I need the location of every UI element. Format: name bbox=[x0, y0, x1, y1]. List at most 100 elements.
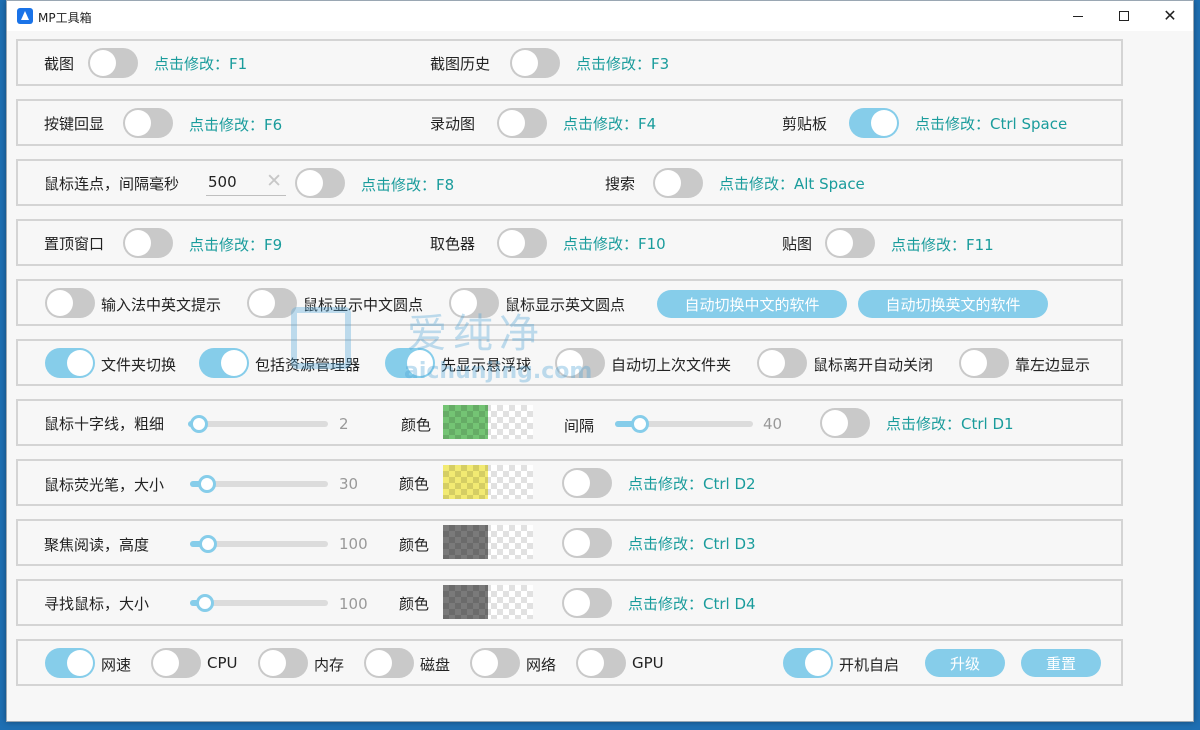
ime-hint-toggle[interactable] bbox=[45, 288, 95, 318]
folder-row: 文件夹切换 包括资源管理器 先显示悬浮球 自动切上次文件夹 鼠标离开自动关闭 靠… bbox=[16, 339, 1123, 386]
sticker-toggle[interactable] bbox=[825, 228, 875, 258]
screenshot-row: 截图 点击修改：F1 截图历史 点击修改：F3 bbox=[16, 39, 1123, 86]
status-row: 网速 CPU 内存 磁盘 网络 GPU 开机自启 升级 重置 bbox=[16, 639, 1123, 686]
autostart-toggle[interactable] bbox=[783, 648, 833, 678]
pin-window-toggle[interactable] bbox=[123, 228, 173, 258]
app-window: MP工具箱 ✕ 截图 点击修改：F1 截图历史 点击修改：F3 按键回显 点击修… bbox=[6, 0, 1194, 722]
highlighter-size-value: 30 bbox=[339, 475, 359, 493]
screenshot-history-label: 截图历史 bbox=[430, 55, 491, 73]
auto-close-toggle[interactable] bbox=[757, 348, 807, 378]
clipboard-toggle[interactable] bbox=[849, 108, 899, 138]
screenshot-toggle[interactable] bbox=[88, 48, 138, 78]
screenshot-history-hotkey-link[interactable]: 点击修改：F3 bbox=[576, 53, 669, 74]
net-speed-toggle[interactable] bbox=[45, 648, 95, 678]
slider-thumb[interactable] bbox=[196, 594, 215, 612]
search-toggle[interactable] bbox=[653, 168, 703, 198]
minimize-button[interactable] bbox=[1055, 1, 1101, 31]
crosshair-hotkey-link[interactable]: 点击修改：Ctrl D1 bbox=[886, 413, 1014, 434]
last-folder-toggle[interactable] bbox=[555, 348, 605, 378]
interval-value: 500 bbox=[208, 173, 237, 191]
crosshair-gap-slider[interactable] bbox=[615, 411, 753, 435]
search-hotkey-link[interactable]: 点击修改：Alt Space bbox=[719, 173, 865, 194]
finder-color-swatch[interactable] bbox=[443, 585, 533, 619]
crosshair-thickness-value: 2 bbox=[339, 415, 349, 433]
cn-dot-label: 鼠标显示中文圆点 bbox=[303, 296, 424, 314]
cpu-label: CPU bbox=[207, 654, 238, 672]
title-bar[interactable]: MP工具箱 ✕ bbox=[7, 1, 1193, 31]
slider-thumb[interactable] bbox=[190, 415, 209, 433]
pin-window-label: 置顶窗口 bbox=[44, 235, 105, 253]
upgrade-button[interactable]: 升级 bbox=[925, 649, 1005, 677]
search-label: 搜索 bbox=[605, 175, 636, 193]
crosshair-toggle[interactable] bbox=[820, 408, 870, 438]
clipboard-hotkey-link[interactable]: 点击修改：Ctrl Space bbox=[915, 113, 1067, 134]
color-picker-label: 取色器 bbox=[430, 235, 476, 253]
crosshair-gap-value: 40 bbox=[763, 415, 783, 433]
autoclick-row: 鼠标连点，间隔毫秒 500 ✕ 点击修改：F8 搜索 点击修改：Alt Spac… bbox=[16, 159, 1123, 206]
screenshot-hotkey-link[interactable]: 点击修改：F1 bbox=[154, 53, 247, 74]
finder-size-value: 100 bbox=[339, 595, 368, 613]
crosshair-thickness-slider[interactable] bbox=[188, 411, 328, 435]
color-picker-toggle[interactable] bbox=[497, 228, 547, 258]
auto-close-label: 鼠标离开自动关闭 bbox=[813, 356, 934, 374]
autoclick-toggle[interactable] bbox=[295, 168, 345, 198]
screenshot-history-toggle[interactable] bbox=[510, 48, 560, 78]
highlighter-size-slider[interactable] bbox=[190, 471, 328, 495]
maximize-icon bbox=[1119, 11, 1129, 21]
focus-hotkey-link[interactable]: 点击修改：Ctrl D3 bbox=[628, 533, 756, 554]
keys-row: 按键回显 点击修改：F6 录动图 点击修改：F4 剪贴板 点击修改：Ctrl S… bbox=[16, 99, 1123, 146]
cpu-toggle[interactable] bbox=[151, 648, 201, 678]
focus-height-value: 100 bbox=[339, 535, 368, 553]
gif-record-hotkey-link[interactable]: 点击修改：F4 bbox=[563, 113, 656, 134]
key-echo-toggle[interactable] bbox=[123, 108, 173, 138]
dock-left-label: 靠左边显示 bbox=[1015, 356, 1091, 374]
focus-height-slider[interactable] bbox=[190, 531, 328, 555]
gpu-label: GPU bbox=[632, 654, 664, 672]
float-ball-toggle[interactable] bbox=[385, 348, 435, 378]
auto-chinese-apps-button[interactable]: 自动切换中文的软件 bbox=[657, 290, 847, 318]
autoclick-hotkey-link[interactable]: 点击修改：F8 bbox=[361, 174, 454, 195]
pin-window-hotkey-link[interactable]: 点击修改：F9 bbox=[189, 234, 282, 255]
last-folder-label: 自动切上次文件夹 bbox=[611, 356, 732, 374]
highlighter-hotkey-link[interactable]: 点击修改：Ctrl D2 bbox=[628, 473, 756, 494]
finder-hotkey-link[interactable]: 点击修改：Ctrl D4 bbox=[628, 593, 756, 614]
crosshair-color-swatch[interactable] bbox=[443, 405, 533, 439]
screenshot-label: 截图 bbox=[44, 55, 75, 73]
net-speed-label: 网速 bbox=[101, 656, 132, 674]
minimize-icon bbox=[1073, 15, 1083, 17]
auto-english-apps-button[interactable]: 自动切换英文的软件 bbox=[858, 290, 1048, 318]
network-toggle[interactable] bbox=[470, 648, 520, 678]
disk-label: 磁盘 bbox=[420, 656, 451, 674]
clear-icon[interactable]: ✕ bbox=[266, 170, 282, 192]
key-echo-hotkey-link[interactable]: 点击修改：F6 bbox=[189, 114, 282, 135]
slider-thumb[interactable] bbox=[631, 415, 649, 433]
clipboard-label: 剪贴板 bbox=[782, 115, 828, 133]
color-picker-hotkey-link[interactable]: 点击修改：F10 bbox=[563, 233, 666, 254]
reset-button[interactable]: 重置 bbox=[1021, 649, 1101, 677]
focus-toggle[interactable] bbox=[562, 528, 612, 558]
slider-thumb[interactable] bbox=[198, 475, 217, 493]
finder-size-slider[interactable] bbox=[190, 590, 328, 614]
sticker-hotkey-link[interactable]: 点击修改：F11 bbox=[891, 234, 994, 255]
highlighter-toggle[interactable] bbox=[562, 468, 612, 498]
finder-toggle[interactable] bbox=[562, 588, 612, 618]
interval-input[interactable]: 500 ✕ bbox=[206, 168, 286, 196]
slider-thumb[interactable] bbox=[198, 535, 217, 553]
close-button[interactable]: ✕ bbox=[1147, 1, 1193, 31]
dock-left-toggle[interactable] bbox=[959, 348, 1009, 378]
gif-record-toggle[interactable] bbox=[497, 108, 547, 138]
focus-label: 聚焦阅读，高度 bbox=[44, 536, 150, 554]
focus-color-swatch[interactable] bbox=[443, 525, 533, 559]
maximize-button[interactable] bbox=[1101, 1, 1147, 31]
cn-dot-toggle[interactable] bbox=[247, 288, 297, 318]
close-icon: ✕ bbox=[1163, 6, 1177, 25]
highlighter-color-swatch[interactable] bbox=[443, 465, 533, 499]
ime-hint-label: 输入法中英文提示 bbox=[101, 296, 222, 314]
memory-toggle[interactable] bbox=[258, 648, 308, 678]
gpu-toggle[interactable] bbox=[576, 648, 626, 678]
include-explorer-toggle[interactable] bbox=[199, 348, 249, 378]
disk-toggle[interactable] bbox=[364, 648, 414, 678]
en-dot-toggle[interactable] bbox=[449, 288, 499, 318]
folder-switch-toggle[interactable] bbox=[45, 348, 95, 378]
network-label: 网络 bbox=[526, 656, 557, 674]
